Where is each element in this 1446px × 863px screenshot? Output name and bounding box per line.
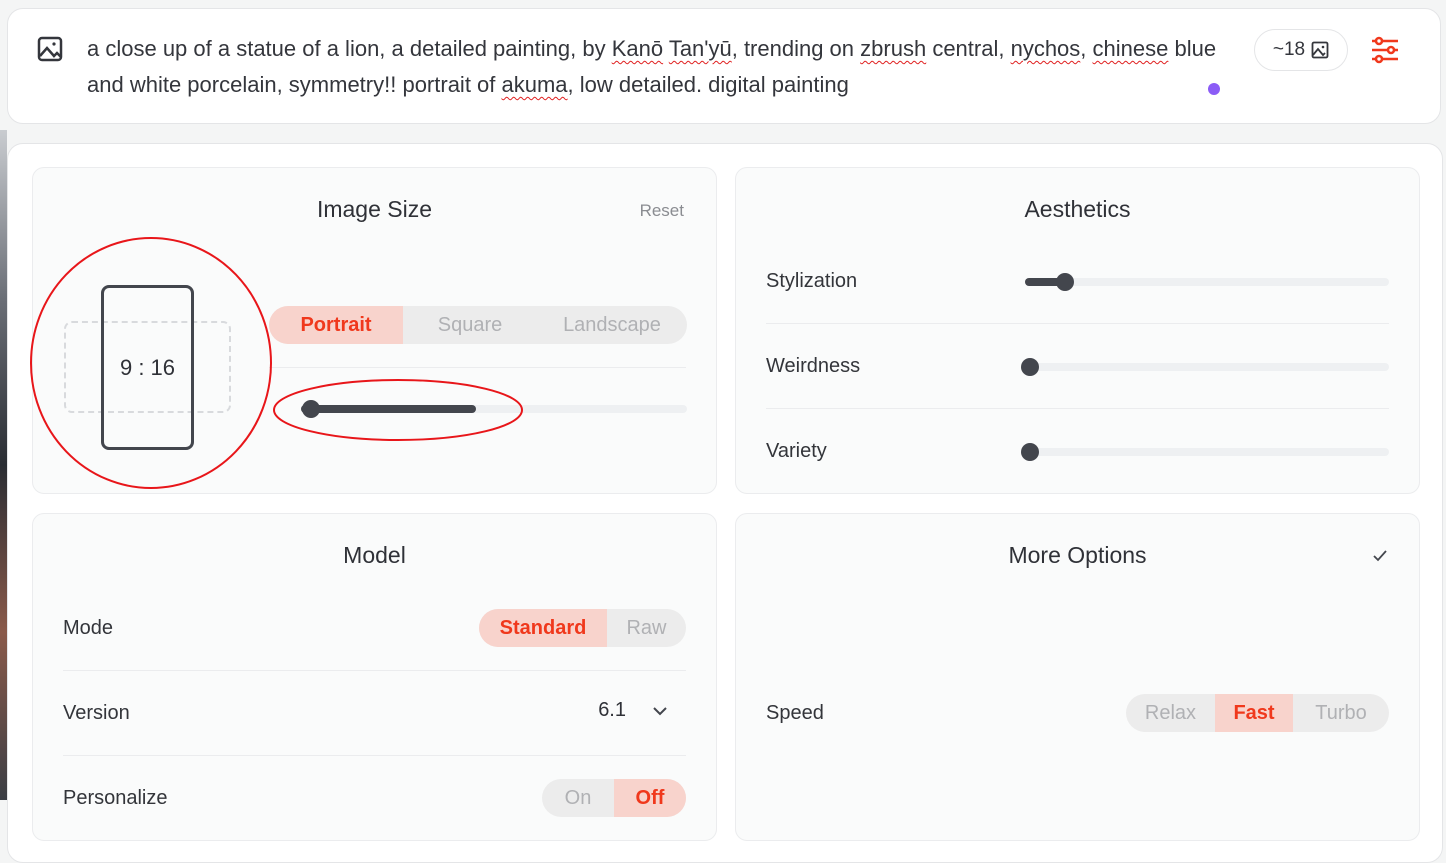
speed-toggle: Relax Fast Turbo bbox=[1126, 694, 1389, 732]
orientation-portrait[interactable]: Portrait bbox=[269, 306, 403, 344]
card-title: Image Size bbox=[316, 196, 433, 222]
mode-label: Mode bbox=[63, 616, 114, 639]
slider-handle[interactable] bbox=[1021, 443, 1039, 461]
prompt-bar: a close up of a statue of a lion, a deta… bbox=[7, 8, 1441, 124]
stylization-slider[interactable] bbox=[1025, 273, 1389, 291]
version-label: Version bbox=[63, 701, 130, 724]
slider-handle[interactable] bbox=[1021, 358, 1039, 376]
misspelled-word: akuma bbox=[501, 72, 568, 97]
more-options-card: More Options Speed Relax Fast Turbo bbox=[735, 513, 1420, 841]
card-title: Aesthetics bbox=[1024, 196, 1131, 222]
mode-row: Mode Standard Raw bbox=[63, 586, 686, 671]
version-value: 6.1 bbox=[598, 699, 626, 721]
speed-fast[interactable]: Fast bbox=[1215, 694, 1293, 732]
size-slider-fill bbox=[301, 405, 476, 413]
image-count: ~18 bbox=[1272, 39, 1306, 60]
prompt-text-segment: , bbox=[1080, 36, 1093, 61]
stylization-label: Stylization bbox=[766, 269, 858, 292]
mode-toggle: Standard Raw bbox=[479, 609, 686, 647]
card-title: Model bbox=[343, 542, 406, 568]
variety-slider[interactable] bbox=[1021, 443, 1389, 461]
speed-label: Speed bbox=[766, 702, 824, 724]
misspelled-word: Kanō bbox=[611, 36, 664, 61]
stylization-row: Stylization bbox=[766, 239, 1389, 324]
personalize-label: Personalize bbox=[63, 787, 168, 809]
weirdness-slider[interactable] bbox=[1021, 358, 1389, 376]
version-select[interactable]: 6.1 bbox=[598, 699, 668, 722]
check-icon[interactable] bbox=[1373, 550, 1387, 562]
image-size-card: Image Size Reset 9 : 16 Portrait Square … bbox=[32, 167, 717, 494]
aspect-ratio-label: 9 : 16 bbox=[119, 354, 176, 380]
speed-relax[interactable]: Relax bbox=[1126, 694, 1215, 732]
reset-button[interactable]: Reset bbox=[640, 201, 684, 221]
size-slider[interactable] bbox=[301, 400, 687, 418]
background-image-edge bbox=[0, 130, 7, 800]
version-row: Version 6.1 bbox=[63, 671, 686, 756]
speed-turbo[interactable]: Turbo bbox=[1293, 694, 1389, 732]
prompt-text-segment: a close up of a statue of a lion, a deta… bbox=[87, 36, 612, 61]
prompt-text-segment: central, bbox=[926, 36, 1011, 61]
personalize-toggle: On Off bbox=[542, 779, 686, 817]
image-icon bbox=[1311, 41, 1329, 59]
personalize-on[interactable]: On bbox=[542, 779, 614, 817]
slider-handle[interactable] bbox=[1056, 273, 1074, 291]
prompt-input[interactable]: a close up of a statue of a lion, a deta… bbox=[87, 31, 1217, 103]
aesthetics-card: Aesthetics Stylization Weirdness Variety bbox=[735, 167, 1420, 494]
size-slider-handle[interactable] bbox=[302, 400, 320, 418]
orientation-square[interactable]: Square bbox=[403, 306, 537, 344]
misspelled-word: chinese bbox=[1092, 36, 1169, 61]
speed-row: Speed Relax Fast Turbo bbox=[766, 671, 1389, 756]
variety-row: Variety bbox=[766, 409, 1389, 494]
weirdness-label: Weirdness bbox=[766, 354, 861, 377]
orientation-toggle: Portrait Square Landscape bbox=[269, 306, 687, 344]
orientation-landscape[interactable]: Landscape bbox=[537, 306, 687, 344]
image-icon[interactable] bbox=[36, 35, 64, 63]
misspelled-word: zbrush bbox=[860, 36, 927, 61]
mode-raw[interactable]: Raw bbox=[607, 609, 686, 647]
personalize-row: Personalize On Off bbox=[63, 756, 686, 841]
prompt-text-segment: , low detailed. digital painting bbox=[567, 72, 849, 97]
image-count-badge[interactable]: ~18 bbox=[1254, 29, 1348, 71]
model-card: Model Mode Standard Raw Version 6.1 Perso… bbox=[32, 513, 717, 841]
card-title[interactable]: More Options bbox=[736, 542, 1419, 569]
prompt-text-segment: , trending on bbox=[731, 36, 861, 61]
misspelled-word: Tan'yū bbox=[668, 36, 732, 61]
status-dot bbox=[1208, 83, 1220, 95]
settings-sliders-icon[interactable] bbox=[1370, 35, 1400, 65]
personalize-off[interactable]: Off bbox=[614, 779, 686, 817]
aspect-ratio-preview: 9 : 16 bbox=[101, 285, 194, 450]
misspelled-word: nychos bbox=[1010, 36, 1081, 61]
mode-standard[interactable]: Standard bbox=[479, 609, 607, 647]
chevron-down-icon bbox=[653, 706, 667, 715]
variety-label: Variety bbox=[766, 440, 827, 462]
weirdness-row: Weirdness bbox=[766, 324, 1389, 409]
